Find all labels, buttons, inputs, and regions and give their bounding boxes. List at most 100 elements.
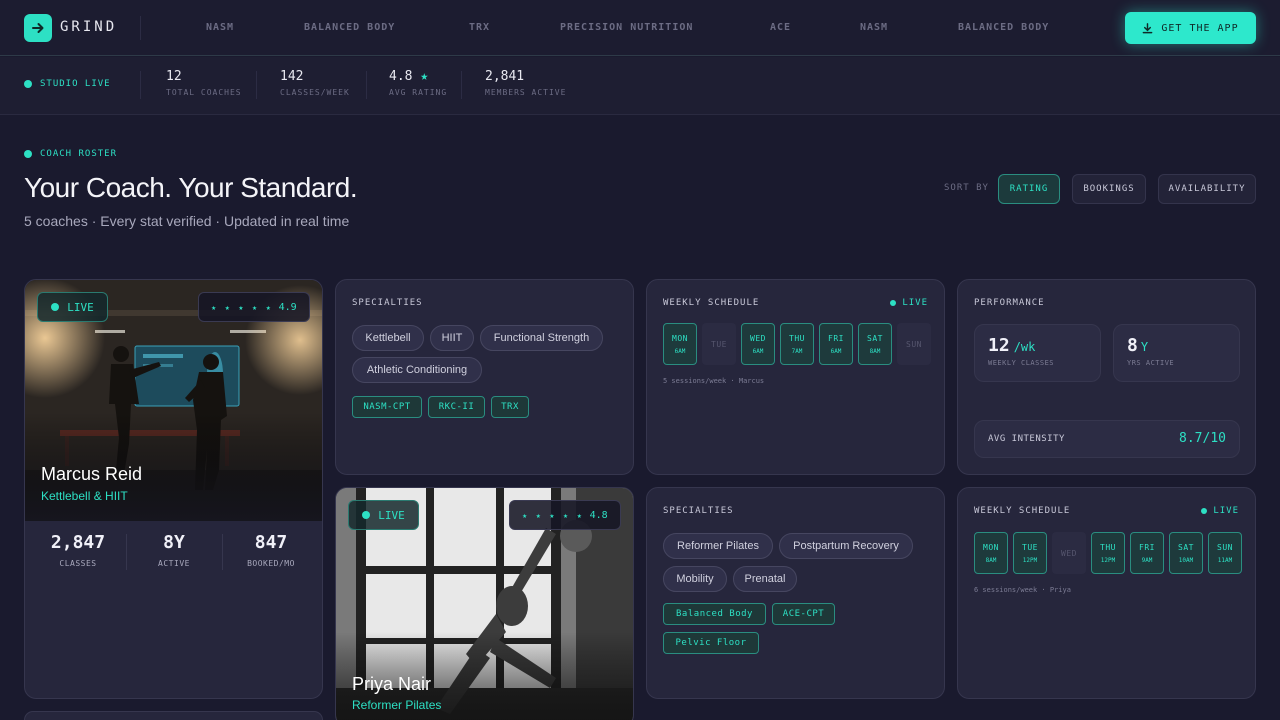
logo-arrow-icon[interactable]	[24, 14, 52, 42]
years-unit: Y	[1140, 340, 1149, 354]
stat-label: AVG RATING	[389, 88, 448, 97]
schedule-note: 5 sessions/week · Marcus	[663, 377, 765, 385]
stat-value: 12	[166, 69, 182, 84]
stat-divider	[256, 71, 257, 99]
sort-bookings-button[interactable]: BOOKINGS	[1072, 174, 1146, 204]
sort-availability-button[interactable]: AVAILABILITY	[1158, 174, 1256, 204]
live-badge-label: LIVE	[67, 300, 94, 314]
card-heading: SPECIALTIES	[352, 298, 423, 308]
live-dot-icon	[362, 511, 371, 519]
stat-divider	[366, 71, 367, 99]
get-app-button[interactable]: GET THE APP	[1125, 12, 1256, 44]
day-name: FRI	[828, 333, 844, 343]
stat-label: TOTAL COACHES	[166, 88, 242, 97]
day-slot-tue[interactable]: TUE 12PM	[1013, 532, 1047, 574]
stat-label: CLASSES/WEEK	[280, 88, 350, 97]
schedule-live-label: LIVE	[902, 298, 928, 308]
specialty-pill[interactable]: Athletic Conditioning	[352, 357, 482, 383]
stat-value: 2,847	[50, 532, 106, 553]
page-subtitle: 5 coaches · Every stat verified · Update…	[24, 213, 350, 229]
top-nav: GRIND NASM BALANCED BODY TRX PRECISION N…	[0, 0, 1280, 56]
day-slot-thu[interactable]: THU 12PM	[1091, 532, 1125, 574]
day-name: TUE	[1022, 542, 1038, 552]
live-badge: LIVE	[37, 292, 108, 322]
day-time: 8AM	[869, 347, 881, 355]
star-icons: ★ ★ ★ ★ ★	[522, 510, 584, 520]
specialty-pill[interactable]: HIIT	[430, 325, 474, 351]
day-slot-tue: TUE	[702, 323, 736, 365]
day-slot-sat[interactable]: SAT 8AM	[858, 323, 892, 365]
weekly-classes-unit: /wk	[1013, 340, 1036, 354]
star-icons: ★ ★ ★ ★ ★	[211, 302, 273, 312]
stat-label: ACTIVE	[158, 559, 190, 568]
specialty-pill[interactable]: Functional Strength	[480, 325, 603, 351]
stat-members-active: 2,841 MEMBERS ACTIVE	[485, 69, 566, 97]
specialty-pill[interactable]: Reformer Pilates	[663, 533, 773, 559]
specialties-card-marcus: SPECIALTIES Kettlebell HIIT Functional S…	[335, 279, 634, 475]
coach-card-marcus[interactable]: LIVE ★ ★ ★ ★ ★ 4.9 Marcus Reid Kettlebel…	[24, 279, 323, 699]
specialty-pill[interactable]: Prenatal	[733, 566, 797, 592]
specialty-pill[interactable]: Postpartum Recovery	[779, 533, 913, 559]
day-name: FRI	[1139, 542, 1155, 552]
logo-text[interactable]: GRIND	[60, 19, 117, 35]
coach-card-priya[interactable]: LIVE ★ ★ ★ ★ ★ 4.8 Priya Nair Reformer P…	[335, 487, 634, 720]
partner-logo: NASM	[206, 22, 235, 33]
day-slot-mon[interactable]: MON 8AM	[974, 532, 1008, 574]
partner-logo: TRX	[469, 22, 491, 33]
day-time: 12PM	[1022, 556, 1038, 564]
card-heading: WEEKLY SCHEDULE	[663, 298, 760, 308]
specialty-pill[interactable]: Kettlebell	[352, 325, 424, 351]
specialty-pill[interactable]: Mobility	[663, 566, 727, 592]
cert-tag: TRX	[491, 396, 529, 418]
stat-classes-week: 142 CLASSES/WEEK	[280, 69, 350, 97]
day-name: THU	[789, 333, 805, 343]
day-slot-fri[interactable]: FRI 9AM	[1130, 532, 1164, 574]
schedule-card-priya: WEEKLY SCHEDULE LIVE MON 8AM TUE 12PM WED …	[957, 487, 1256, 699]
day-name: WED	[750, 333, 766, 343]
partner-logo: PRECISION NUTRITION	[560, 22, 694, 33]
day-slot-sun[interactable]: SUN 11AM	[1208, 532, 1242, 574]
coach-specialty: Kettlebell & HIIT	[41, 489, 128, 503]
stat-value: 2,841	[485, 69, 525, 84]
sort-rating-button[interactable]: RATING	[998, 174, 1060, 204]
day-slot-sat[interactable]: SAT 10AM	[1169, 532, 1203, 574]
day-slot-wed: WED	[1052, 532, 1086, 574]
schedule-card-marcus: WEEKLY SCHEDULE LIVE MON 6AM TUE WED 6AM T…	[646, 279, 945, 475]
live-dot-icon	[24, 80, 32, 88]
day-time: 11AM	[1217, 556, 1233, 564]
live-dot-icon	[51, 303, 60, 311]
coach-specialty: Reformer Pilates	[352, 698, 442, 712]
coach-card-next[interactable]	[24, 711, 323, 720]
day-slot-mon[interactable]: MON 6AM	[663, 323, 697, 365]
day-name: MON	[983, 542, 999, 552]
day-time: 6AM	[752, 347, 764, 355]
nav-divider	[140, 16, 141, 40]
live-badge-label: LIVE	[378, 508, 405, 522]
day-name: SUN	[906, 339, 922, 349]
rating-value: 4.8	[589, 509, 608, 521]
stat-divider	[140, 71, 141, 99]
partner-logo: ACE	[770, 22, 792, 33]
stats-bar: STUDIO LIVE 12 TOTAL COACHES 142 CLASSES…	[0, 57, 1280, 115]
schedule-live-label: LIVE	[1213, 506, 1239, 516]
roster-eyebrow: COACH ROSTER	[24, 149, 117, 159]
studio-live-indicator: STUDIO LIVE	[24, 79, 111, 89]
live-badge: LIVE	[348, 500, 419, 530]
get-app-label: GET THE APP	[1161, 22, 1239, 34]
day-time: 9AM	[1141, 556, 1153, 564]
day-slot-wed[interactable]: WED 6AM	[741, 323, 775, 365]
day-name: THU	[1100, 542, 1116, 552]
intensity-label: AVG INTENSITY	[988, 434, 1065, 444]
stat-value: 142	[280, 69, 304, 84]
stat-avg-rating: 4.8 ★ AVG RATING	[389, 69, 447, 97]
cert-tag: Pelvic Floor	[663, 632, 759, 654]
coach-name: Marcus Reid	[41, 464, 143, 484]
partner-logo: BALANCED BODY	[958, 22, 1050, 33]
rating-badge: ★ ★ ★ ★ ★ 4.8	[509, 500, 621, 530]
day-slot-thu[interactable]: THU 7AM	[780, 323, 814, 365]
day-slot-fri[interactable]: FRI 6AM	[819, 323, 853, 365]
day-time: 8AM	[985, 556, 997, 564]
day-name: SUN	[1217, 542, 1233, 552]
day-name: MON	[672, 333, 688, 343]
cert-tag: NASM-CPT	[352, 396, 422, 418]
